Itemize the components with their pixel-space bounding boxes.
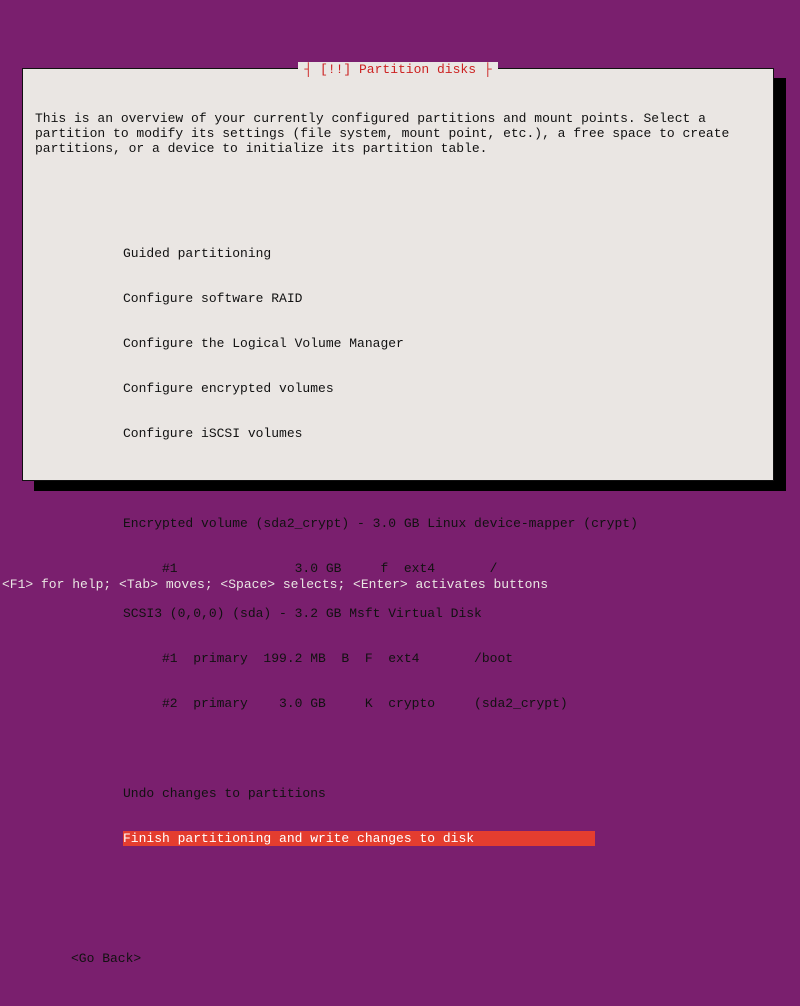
menu-guided[interactable]: Guided partitioning: [123, 246, 761, 261]
dialog-content: This is an overview of your currently co…: [23, 69, 773, 1006]
go-back-button[interactable]: <Go Back>: [71, 951, 761, 966]
device-crypt-header[interactable]: Encrypted volume (sda2_crypt) - 3.0 GB L…: [123, 516, 761, 531]
menu-lvm[interactable]: Configure the Logical Volume Manager: [123, 336, 761, 351]
menu-raid[interactable]: Configure software RAID: [123, 291, 761, 306]
intro-text: This is an overview of your currently co…: [35, 111, 761, 156]
device-sda-header[interactable]: SCSI3 (0,0,0) (sda) - 3.2 GB Msft Virtua…: [123, 606, 761, 621]
menu-iscsi[interactable]: Configure iSCSI volumes: [123, 426, 761, 441]
menu-encrypted[interactable]: Configure encrypted volumes: [123, 381, 761, 396]
menu-finish[interactable]: Finish partitioning and write changes to…: [123, 831, 761, 846]
partition-dialog: ┤ [!!] Partition disks ├ This is an over…: [22, 68, 774, 481]
title-marker: [!!]: [320, 62, 351, 77]
dialog-title: ┤ [!!] Partition disks ├: [298, 62, 497, 77]
device-sda-partition-1[interactable]: #1 primary 199.2 MB B F ext4 /boot: [123, 651, 761, 666]
menu-undo[interactable]: Undo changes to partitions: [123, 786, 761, 801]
title-text: Partition disks: [351, 62, 476, 77]
dialog-title-row: ┤ [!!] Partition disks ├: [23, 62, 773, 77]
title-suffix: ├: [476, 62, 492, 77]
footer-help: <F1> for help; <Tab> moves; <Space> sele…: [0, 577, 800, 592]
menu-finish-selected[interactable]: Finish partitioning and write changes to…: [123, 831, 595, 846]
menu-block: Guided partitioning Configure software R…: [123, 216, 761, 876]
device-crypt-partition-1[interactable]: #1 3.0 GB f ext4 /: [123, 561, 761, 576]
device-sda-partition-2[interactable]: #2 primary 3.0 GB K crypto (sda2_crypt): [123, 696, 761, 711]
title-prefix: ┤: [304, 62, 320, 77]
